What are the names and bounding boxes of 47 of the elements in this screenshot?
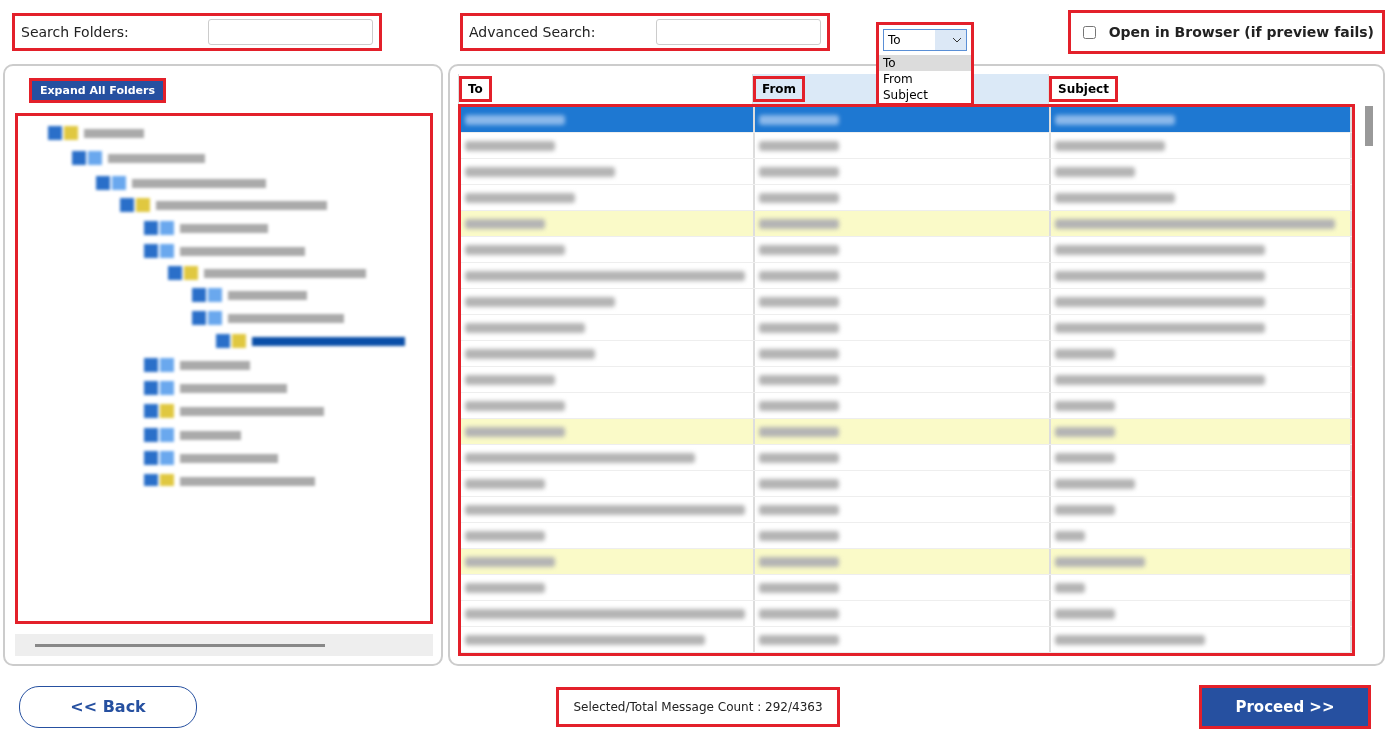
- message-row[interactable]: [461, 367, 1352, 393]
- message-row[interactable]: [461, 497, 1352, 523]
- blurred-text: [1055, 348, 1115, 359]
- message-row[interactable]: [461, 523, 1352, 549]
- message-row[interactable]: [461, 159, 1352, 185]
- proceed-button[interactable]: Proceed >>: [1199, 684, 1371, 729]
- caret-icon: [952, 37, 962, 43]
- search-folders-label: Search Folders:: [21, 24, 129, 40]
- open-in-browser-label: Open in Browser (if preview fails): [1108, 24, 1374, 40]
- message-row[interactable]: [461, 341, 1352, 367]
- column-title: From: [753, 76, 806, 102]
- checkbox[interactable]: [1082, 25, 1096, 39]
- advanced-search-field[interactable]: [656, 19, 821, 45]
- column-title: Subject: [1049, 76, 1118, 102]
- message-row[interactable]: [461, 211, 1352, 237]
- message-row[interactable]: [461, 471, 1352, 497]
- message-row[interactable]: [461, 315, 1352, 341]
- blurred-text: [1055, 608, 1115, 619]
- field-dropdown[interactable]: To: [883, 29, 967, 51]
- blurred-text: [1055, 530, 1085, 541]
- message-row[interactable]: [461, 445, 1352, 471]
- message-row[interactable]: [461, 237, 1352, 263]
- message-row[interactable]: [461, 575, 1352, 601]
- message-row[interactable]: [461, 627, 1352, 653]
- message-row[interactable]: [461, 107, 1352, 133]
- expand-all-button[interactable]: Expand All Folders: [29, 78, 167, 103]
- column-title: To: [459, 76, 492, 102]
- horizontal-scrollbar[interactable]: [15, 634, 433, 656]
- dropdown-option[interactable]: To: [879, 55, 971, 71]
- message-row[interactable]: [461, 393, 1352, 419]
- blurred-text: [1055, 426, 1115, 437]
- back-button[interactable]: << Back: [19, 685, 197, 728]
- blurred-text: [1055, 452, 1115, 463]
- vertical-scrollbar[interactable]: [1365, 106, 1373, 146]
- blurred-text: [1055, 582, 1085, 593]
- advanced-search-label: Advanced Search:: [469, 24, 596, 40]
- message-row[interactable]: [461, 185, 1352, 211]
- message-row[interactable]: [461, 549, 1352, 575]
- blurred-text: [1055, 400, 1115, 411]
- message-row[interactable]: [461, 263, 1352, 289]
- message-row[interactable]: [461, 289, 1352, 315]
- message-row[interactable]: [461, 419, 1352, 445]
- message-row[interactable]: [461, 133, 1352, 159]
- message-row[interactable]: [461, 601, 1352, 627]
- blurred-text: [1055, 504, 1115, 515]
- message-count: Selected/Total Message Count : 292/4363: [556, 686, 840, 727]
- search-folders-field[interactable]: [208, 19, 373, 45]
